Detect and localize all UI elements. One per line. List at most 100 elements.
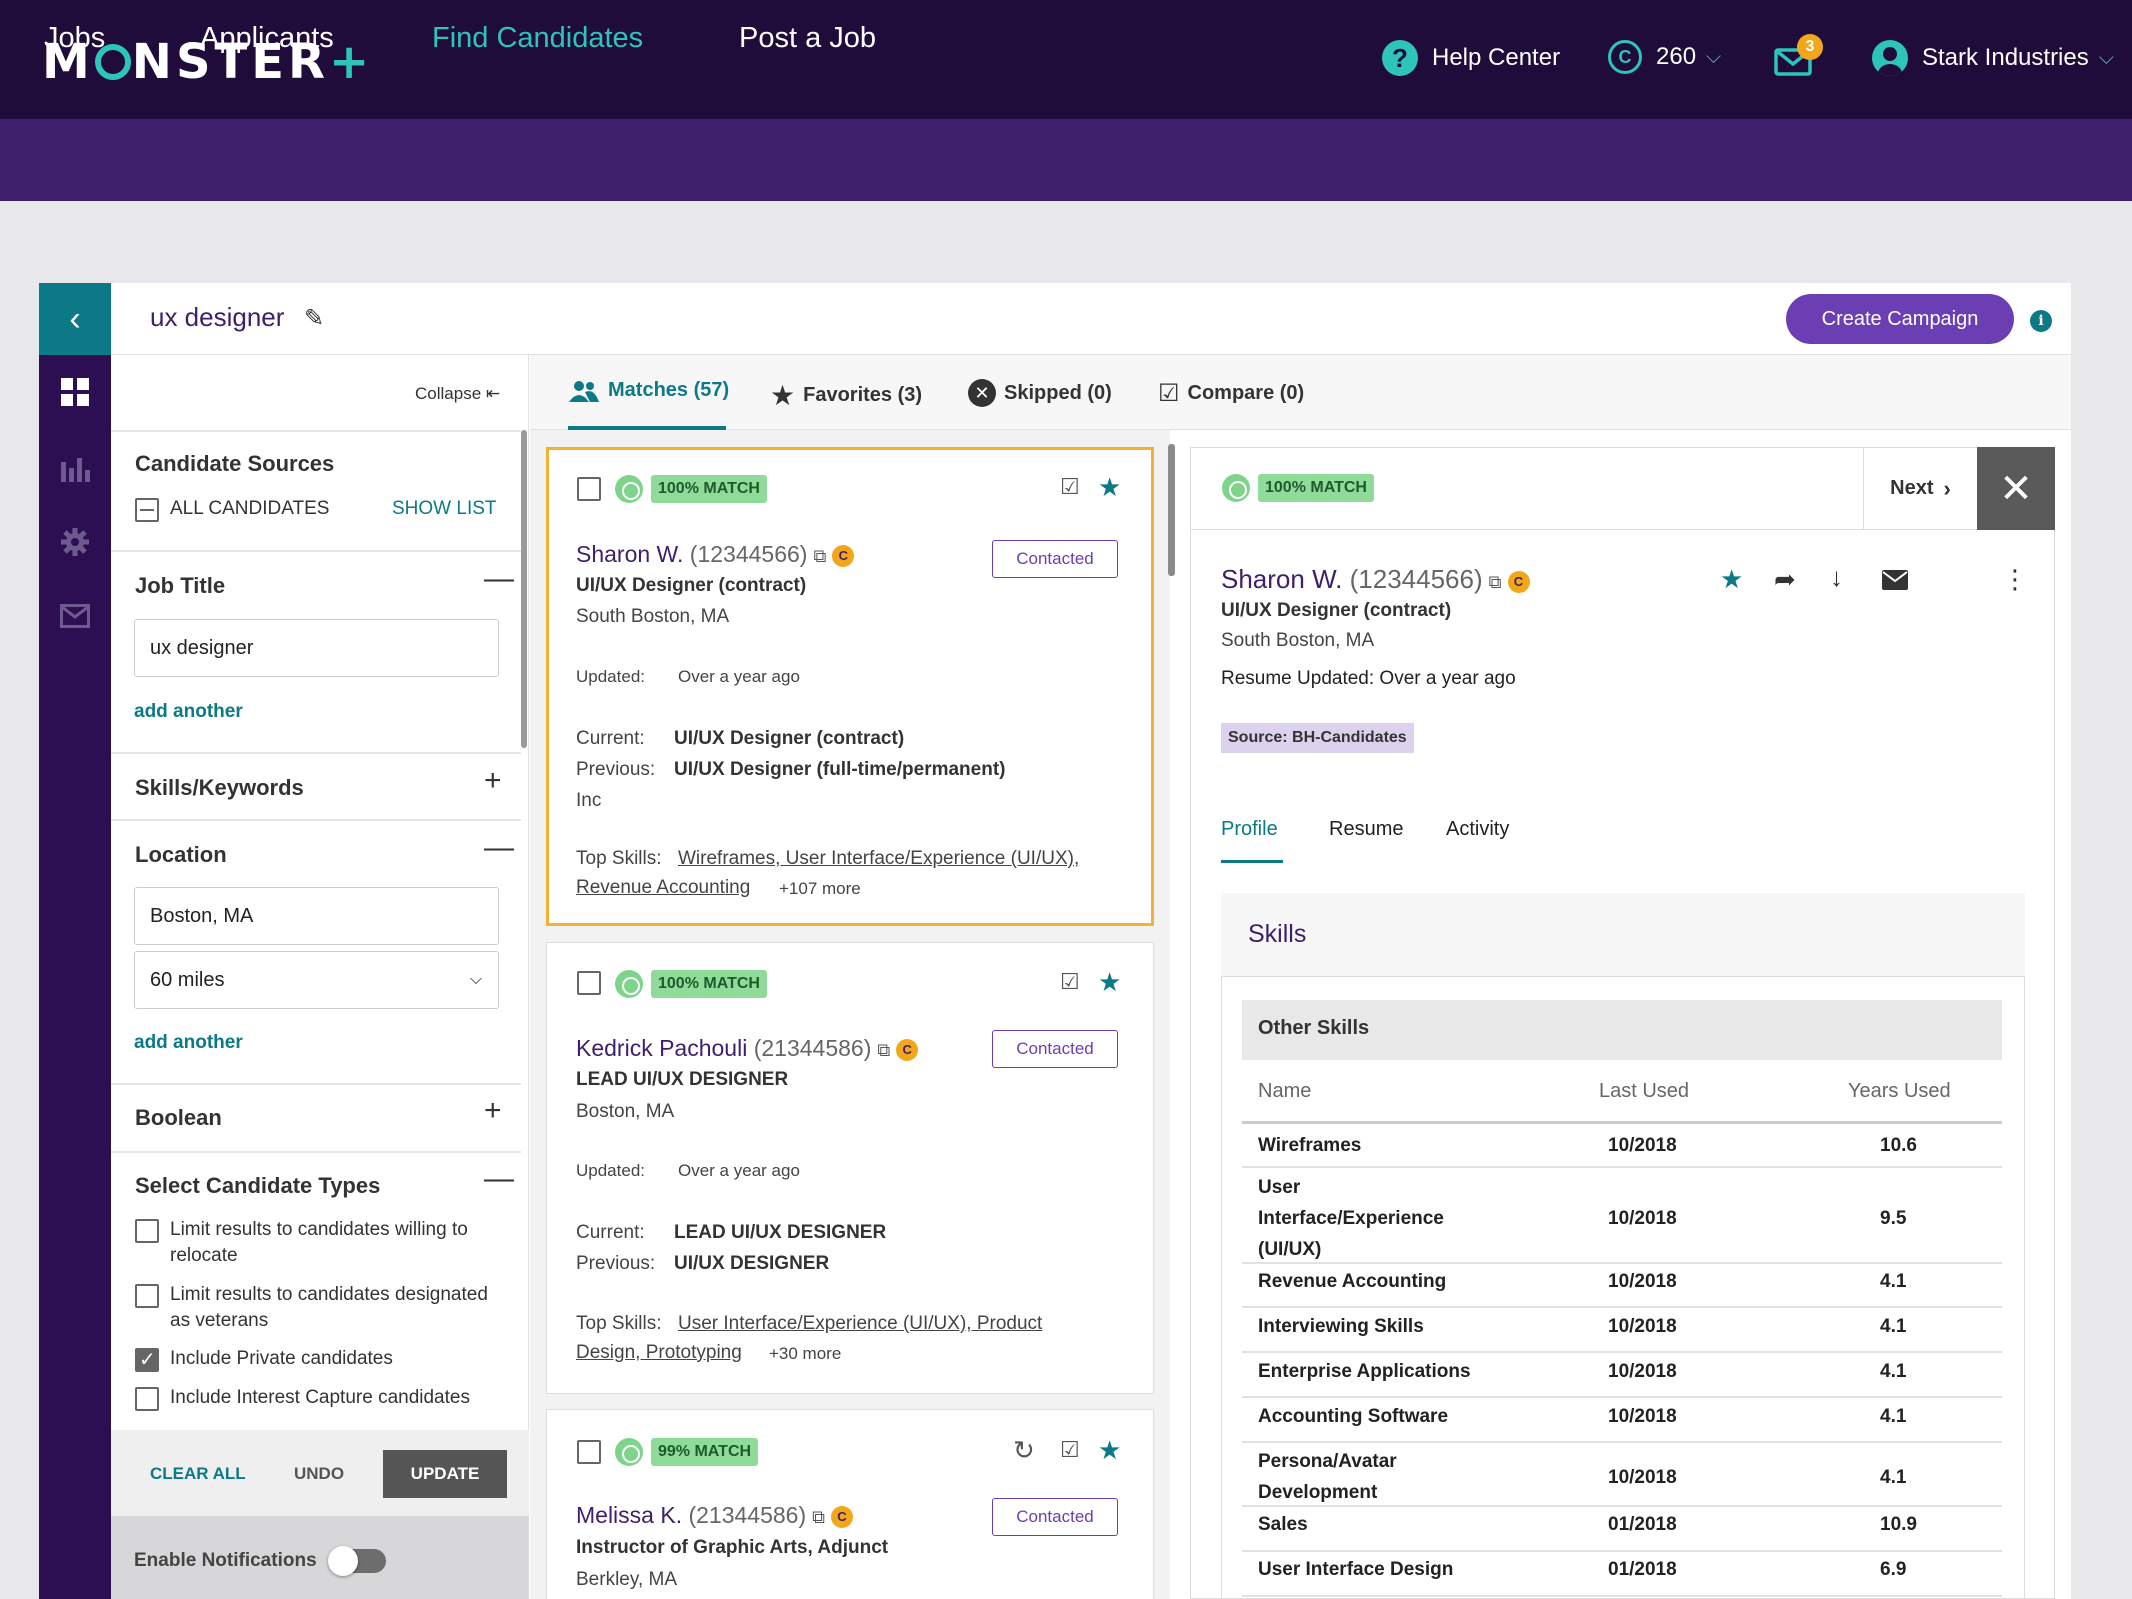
private-candidates-checkbox[interactable] [135, 1347, 159, 1372]
tab-matches[interactable]: Matches (57) [568, 379, 729, 402]
add-another-location-link[interactable]: add another [134, 1032, 243, 1054]
nav-applicants[interactable]: Applicants [200, 22, 334, 55]
external-link-icon[interactable]: ⧉ [813, 546, 826, 566]
favorite-star-icon[interactable]: ★ [1098, 1435, 1121, 1466]
contacted-badge-icon: C [831, 1505, 853, 1528]
collapse-minus-icon[interactable]: — [484, 562, 514, 596]
interest-capture-checkbox[interactable] [135, 1387, 159, 1411]
clear-all-button[interactable]: CLEAR ALL [150, 1464, 246, 1484]
external-link-icon[interactable]: ⧉ [812, 1507, 825, 1527]
radius-select[interactable]: 60 miles ⌵ [134, 951, 499, 1009]
external-link-icon[interactable]: ⧉ [877, 1040, 890, 1060]
contacted-button[interactable]: Contacted [992, 540, 1118, 578]
favorite-star-icon[interactable]: ★ [1098, 472, 1121, 503]
all-candidates-checkbox[interactable] [135, 498, 159, 522]
skill-years-used: 9.5 [1880, 1208, 1907, 1229]
next-candidate-button[interactable]: Next › [1863, 447, 1977, 530]
skill-last-used: 10/2018 [1608, 1406, 1677, 1427]
skill-last-used: 01/2018 [1608, 1514, 1677, 1535]
collapse-label: Collapse [415, 384, 482, 403]
job-title-input[interactable]: ux designer [134, 619, 499, 677]
help-center-link[interactable]: ? Help Center [1382, 40, 1560, 76]
more-skills[interactable]: +107 more [779, 879, 861, 899]
contacted-button[interactable]: Contacted [992, 1498, 1118, 1536]
tab-favorites[interactable]: ★ Favorites (3) [770, 379, 922, 412]
collapse-minus-icon[interactable]: — [484, 1162, 514, 1196]
bar-chart-icon[interactable] [57, 450, 93, 486]
search-query-title[interactable]: ux designer [150, 302, 284, 333]
skill-name: Interviewing Skills [1258, 1316, 1424, 1337]
pencil-icon[interactable]: ✎ [304, 304, 324, 333]
candidate-name-text: Kedrick Pachouli [576, 1035, 748, 1061]
results-scrollbar[interactable] [1168, 444, 1175, 576]
candidate-select-checkbox[interactable] [577, 1440, 601, 1464]
add-another-job-title-link[interactable]: add another [134, 701, 243, 723]
envelope-icon[interactable] [57, 598, 93, 634]
download-icon[interactable]: ↓ [1830, 562, 1843, 593]
share-icon[interactable]: ➦ [1774, 564, 1796, 595]
divider [111, 1083, 521, 1085]
skill-years-used: 4.1 [1880, 1466, 1907, 1488]
column-name: Name [1258, 1080, 1312, 1102]
contacted-button[interactable]: Contacted [992, 1030, 1118, 1068]
nav-post-job[interactable]: Post a Job [739, 22, 876, 55]
row-divider [1242, 1351, 2002, 1353]
update-button[interactable]: UPDATE [383, 1450, 507, 1498]
email-icon[interactable] [1882, 566, 1908, 597]
candidate-select-checkbox[interactable] [577, 971, 601, 995]
filters-scrollbar[interactable] [521, 430, 527, 748]
refresh-icon[interactable]: ↻ [1013, 1435, 1035, 1466]
veterans-checkbox[interactable] [135, 1284, 159, 1308]
grid-icon[interactable] [57, 374, 93, 410]
relocate-checkbox[interactable] [135, 1219, 159, 1243]
top-skills-link[interactable]: Design, Prototyping [576, 1342, 742, 1364]
detail-name-text: Sharon W. [1221, 564, 1343, 594]
location-label: Location [135, 842, 227, 867]
location-input[interactable]: Boston, MA [134, 887, 499, 945]
tab-resume[interactable]: Resume [1329, 818, 1403, 841]
expand-plus-icon[interactable]: + [484, 764, 502, 798]
row-divider [1242, 1262, 2002, 1264]
info-icon[interactable]: i [2030, 310, 2052, 332]
interest-capture-label: Include Interest Capture candidates [170, 1387, 470, 1408]
nav-jobs[interactable]: Jobs [44, 22, 105, 55]
show-list-link[interactable]: SHOW LIST [392, 498, 497, 520]
gear-icon[interactable] [57, 524, 93, 560]
credits-dropdown[interactable]: C 260 ⌵ [1608, 40, 1721, 74]
notifications-toggle[interactable] [328, 1546, 386, 1576]
account-menu[interactable]: Stark Industries ⌵ [1872, 40, 2114, 76]
collapse-button[interactable]: Collapse ⇤ [415, 384, 500, 404]
create-campaign-button[interactable]: Create Campaign [1786, 294, 2014, 344]
chevron-down-icon: ⌵ [1706, 45, 1722, 68]
skill-name: Persona/Avatar Development [1258, 1451, 1397, 1503]
tab-profile[interactable]: Profile [1221, 818, 1278, 841]
skill-years-used: 10.6 [1880, 1135, 1917, 1156]
collapse-minus-icon[interactable]: — [484, 831, 514, 865]
candidate-name[interactable]: Melissa K. (21344586) ⧉ C [576, 1502, 853, 1529]
candidate-name[interactable]: Kedrick Pachouli (21344586) ⧉ C [576, 1035, 919, 1062]
candidate-select-checkbox[interactable] [577, 477, 601, 501]
close-detail-button[interactable]: ✕ [1977, 447, 2055, 530]
more-options-icon[interactable]: ⋮ [2002, 564, 2028, 595]
more-skills[interactable]: +30 more [769, 1344, 841, 1364]
top-skills-link[interactable]: Wireframes, User Interface/Experience (U… [678, 848, 1079, 870]
favorite-star-icon[interactable]: ★ [1098, 967, 1121, 998]
compare-icon[interactable]: ☑ [1060, 969, 1080, 995]
compare-icon[interactable]: ☑ [1060, 1437, 1080, 1463]
favorite-star-icon[interactable]: ★ [1720, 564, 1743, 595]
top-skills-link[interactable]: User Interface/Experience (UI/UX), Produ… [678, 1313, 1042, 1335]
expand-plus-icon[interactable]: + [484, 1094, 502, 1128]
external-link-icon[interactable]: ⧉ [1489, 572, 1502, 592]
candidate-name[interactable]: Sharon W. (12344566) ⧉ C [576, 541, 855, 568]
nav-find-candidates[interactable]: Find Candidates [432, 22, 643, 55]
top-skills-link[interactable]: Revenue Accounting [576, 877, 750, 899]
tab-skipped[interactable]: ✕ Skipped (0) [968, 379, 1112, 407]
compare-icon[interactable]: ☑ [1060, 474, 1080, 500]
skill-name: User Interface/Experience (UI/UX) [1258, 1177, 1444, 1260]
tab-activity[interactable]: Activity [1446, 818, 1509, 841]
undo-button[interactable]: UNDO [294, 1464, 344, 1484]
back-button[interactable]: ‹ [39, 283, 111, 355]
divider [111, 430, 521, 432]
skill-last-used: 10/2018 [1608, 1208, 1677, 1229]
tab-compare[interactable]: ☑ Compare (0) [1158, 379, 1304, 408]
